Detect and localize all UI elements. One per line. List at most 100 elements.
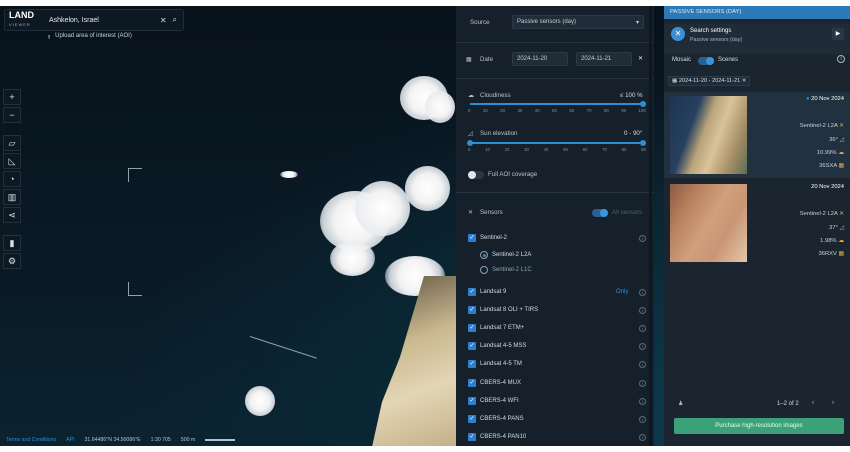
cloud	[355, 181, 410, 236]
play-icon[interactable]: ▶	[832, 28, 844, 40]
sensor-checkbox[interactable]: ✓	[468, 397, 476, 405]
purchase-button[interactable]: Purchase high-resolution images	[674, 418, 844, 434]
share-icon[interactable]: ⋖	[3, 207, 21, 223]
ship-wake	[249, 336, 317, 359]
map-status-bar: Terms and Conditions API 31.64486°N 34.5…	[0, 435, 456, 445]
scene-cloudiness: 1.98%	[820, 238, 837, 244]
ship-mark	[280, 171, 298, 178]
scale-bar: 500 m	[180, 437, 196, 443]
sensor-label: CBERS-4 WFI	[480, 398, 519, 404]
sensor-checkbox[interactable]: ✓	[468, 234, 476, 242]
info-icon[interactable]: i	[639, 416, 646, 423]
sun-elevation-ticks: 0 10 20 30 40 50 60 70 80 90	[468, 147, 646, 152]
sun-icon: ◿	[468, 130, 473, 137]
calendar-icon: ▦	[672, 78, 678, 84]
pagination-label: 1–2 of 2	[777, 401, 799, 407]
mosaic-scenes-toggle[interactable]	[698, 57, 714, 65]
tick-label: 30	[517, 108, 523, 113]
info-icon[interactable]: i	[639, 343, 646, 350]
api-link[interactable]: API	[66, 437, 74, 443]
sensor-label: Landsat 8 OLI + TIRS	[480, 307, 539, 313]
sensor-checkbox[interactable]: ✓	[468, 324, 476, 332]
settings-icon[interactable]: ⚙	[3, 253, 21, 269]
info-icon[interactable]: i	[639, 289, 646, 296]
info-icon[interactable]: i	[639, 361, 646, 368]
sensor-label: CBERS-4 PAN10	[480, 434, 527, 440]
scene-card[interactable]: ● 20 Nov 2024 Sentinel-2 L2A ✕ 36° ◿ 10.…	[664, 92, 850, 178]
analytics-icon[interactable]: ▮	[3, 235, 21, 251]
date-filter-chip[interactable]: ▦ 2024-11-20 - 2024-11-21 ✕	[668, 76, 751, 86]
scene-date: 20 Nov 2024	[811, 184, 844, 190]
landviewer-logo[interactable]: LAND VIEWER	[9, 10, 43, 30]
scene-sun-angle: 37°	[829, 225, 838, 231]
scene-thumbnail[interactable]	[670, 96, 747, 174]
sensor-checkbox[interactable]: ✓	[468, 415, 476, 423]
tick-label: 70	[602, 147, 607, 152]
tick-label: 20	[500, 108, 506, 113]
sentinel-level-radio[interactable]	[480, 251, 488, 259]
prev-page-icon[interactable]: ‹	[812, 400, 814, 406]
sun-elevation-min-handle[interactable]	[467, 140, 473, 146]
tick-label: 80	[621, 147, 627, 152]
info-icon[interactable]: i	[639, 235, 646, 242]
time-lapse-icon[interactable]: ◔	[3, 171, 21, 187]
upload-icon: ⭱	[48, 35, 51, 41]
sun-elevation-max-handle[interactable]	[640, 140, 646, 146]
aoi-draw-icon[interactable]: ▱	[3, 135, 21, 151]
next-page-icon[interactable]: ›	[832, 400, 834, 406]
zoom-in-button[interactable]: +	[3, 89, 21, 105]
date-to-input[interactable]: 2024-11-21	[576, 52, 632, 66]
sensor-checkbox[interactable]: ✓	[468, 306, 476, 314]
clear-icon[interactable]: ✕	[160, 16, 167, 25]
terms-link[interactable]: Terms and Conditions	[6, 437, 56, 443]
sun-angle-icon: ◿	[839, 137, 844, 143]
sensor-checkbox[interactable]: ✓	[468, 288, 476, 296]
scene-sun-angle: 36°	[829, 137, 838, 143]
scene-thumbnail[interactable]	[670, 184, 747, 262]
bell-icon[interactable]: ♟	[678, 400, 683, 407]
panel-scrollbar[interactable]	[649, 6, 652, 446]
source-select[interactable]: Passive sensors (day) ▾	[512, 15, 644, 29]
close-settings-icon[interactable]: ✕	[671, 27, 685, 41]
cloudiness-slider[interactable]	[470, 103, 644, 105]
info-icon[interactable]: i	[639, 398, 646, 405]
info-icon[interactable]: i	[639, 434, 646, 441]
full-aoi-toggle[interactable]	[468, 171, 484, 179]
scene-sensor: Sentinel-2 L2A	[799, 211, 838, 217]
tick-label: 50	[552, 108, 557, 113]
zoom-out-button[interactable]: −	[3, 107, 21, 123]
location-search[interactable]: LAND VIEWER Ashkelon, Israel ✕ ⌕	[4, 9, 184, 31]
grid-icon: ▦	[838, 251, 844, 257]
cloudiness-slider-handle[interactable]	[640, 101, 646, 107]
sun-elevation-slider[interactable]	[470, 142, 644, 144]
sensor-checkbox[interactable]: ✓	[468, 433, 476, 441]
sensor-label: Sentinel-2	[480, 235, 508, 241]
app: LAND VIEWER Ashkelon, Israel ✕ ⌕ ⭱ Upload…	[0, 0, 850, 452]
coordinates: 31.64486°N 34.50086°E	[84, 437, 141, 443]
tick-label: 60	[582, 147, 588, 152]
search-settings[interactable]: ✕ Search settings Passive sensors (day) …	[664, 24, 850, 54]
sentinel-level-radio[interactable]	[480, 266, 488, 274]
only-link[interactable]: Only	[616, 289, 628, 295]
search-settings-sub: Passive sensors (day)	[690, 37, 743, 43]
info-icon[interactable]: i	[639, 307, 646, 314]
scene-card[interactable]: 20 Nov 2024 Sentinel-2 L2A ✕ 37° ◿ 1.98%…	[664, 180, 850, 266]
clear-date-icon[interactable]: ✕	[638, 55, 643, 62]
ruler-icon[interactable]: ◺	[3, 153, 21, 169]
cloudiness-value: ≤ 100 %	[620, 92, 643, 99]
search-input[interactable]: Ashkelon, Israel	[49, 17, 160, 24]
full-aoi-label: Full AOI coverage	[488, 171, 538, 178]
info-icon[interactable]: i	[837, 55, 845, 63]
sensor-checkbox[interactable]: ✓	[468, 379, 476, 387]
date-from-input[interactable]: 2024-11-20	[512, 52, 568, 66]
layers-icon[interactable]: ▥	[3, 189, 21, 205]
search-icon[interactable]: ⌕	[173, 15, 177, 25]
sensor-checkbox[interactable]: ✓	[468, 360, 476, 368]
sensor-checkbox[interactable]: ✓	[468, 342, 476, 350]
sensor-label: Landsat 9	[480, 289, 507, 295]
upload-aoi-link[interactable]: ⭱ Upload area of interest (AOI)	[48, 33, 132, 43]
tick-label: 60	[569, 108, 575, 113]
info-icon[interactable]: i	[639, 380, 646, 387]
all-sensors-toggle[interactable]	[592, 209, 608, 217]
info-icon[interactable]: i	[639, 325, 646, 332]
